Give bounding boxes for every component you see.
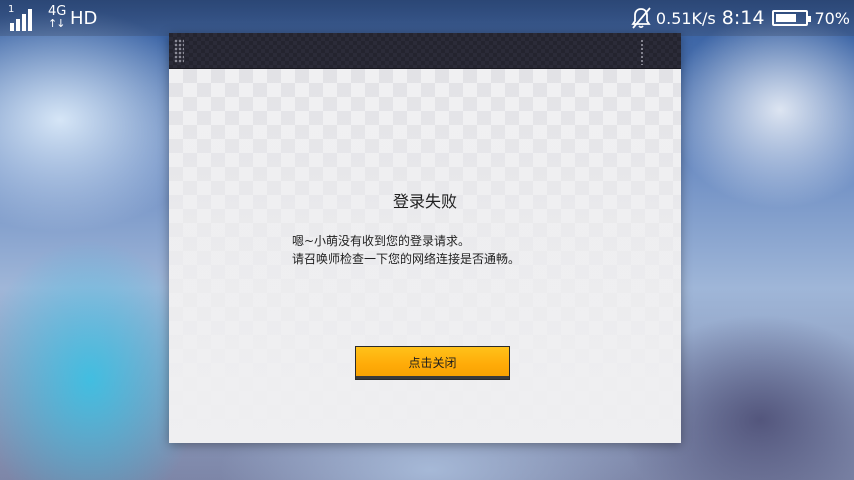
status-bar: 1 4G ↑↓ HD 0.51K/s 8:14 70% — [0, 0, 854, 36]
signal-bar — [16, 19, 20, 31]
battery-percent: 70% — [814, 8, 850, 28]
dialog-message-line-1: 嗯~小萌没有收到您的登录请求。 — [292, 234, 471, 248]
battery-fill — [776, 14, 797, 22]
signal-bar — [10, 23, 14, 31]
clock: 8:14 — [721, 7, 765, 29]
dialog-message-line-2: 请召唤师检查一下您的网络连接是否通畅。 — [292, 252, 521, 266]
signal-icon: 1 — [8, 5, 38, 31]
battery-nub — [808, 16, 812, 22]
dialog-title: 登录失败 — [392, 192, 457, 211]
status-left: 1 4G ↑↓ HD — [8, 4, 104, 32]
network-speed: 0.51K/s — [655, 8, 716, 28]
dialog-header — [169, 33, 681, 69]
close-button-label: 点击关闭 — [408, 355, 457, 370]
sim-slot-label: 1 — [8, 4, 15, 15]
dot-line-decoration — [641, 39, 643, 65]
battery-icon — [772, 10, 812, 26]
hd-label: HD — [70, 8, 98, 29]
status-right: 0.51K/s 8:14 70% — [630, 4, 850, 32]
signal-bar — [28, 9, 32, 31]
login-failed-dialog: 登录失败 嗯~小萌没有收到您的登录请求。 请召唤师检查一下您的网络连接是否通畅。… — [169, 33, 681, 443]
signal-bar — [22, 14, 26, 31]
data-arrows-icon: ↑↓ — [48, 17, 65, 30]
close-button[interactable]: 点击关闭 — [355, 346, 510, 380]
mute-bell-icon — [631, 7, 651, 29]
network-indicator: 4G ↑↓ HD — [48, 5, 104, 31]
dot-grid-decoration — [174, 39, 184, 63]
